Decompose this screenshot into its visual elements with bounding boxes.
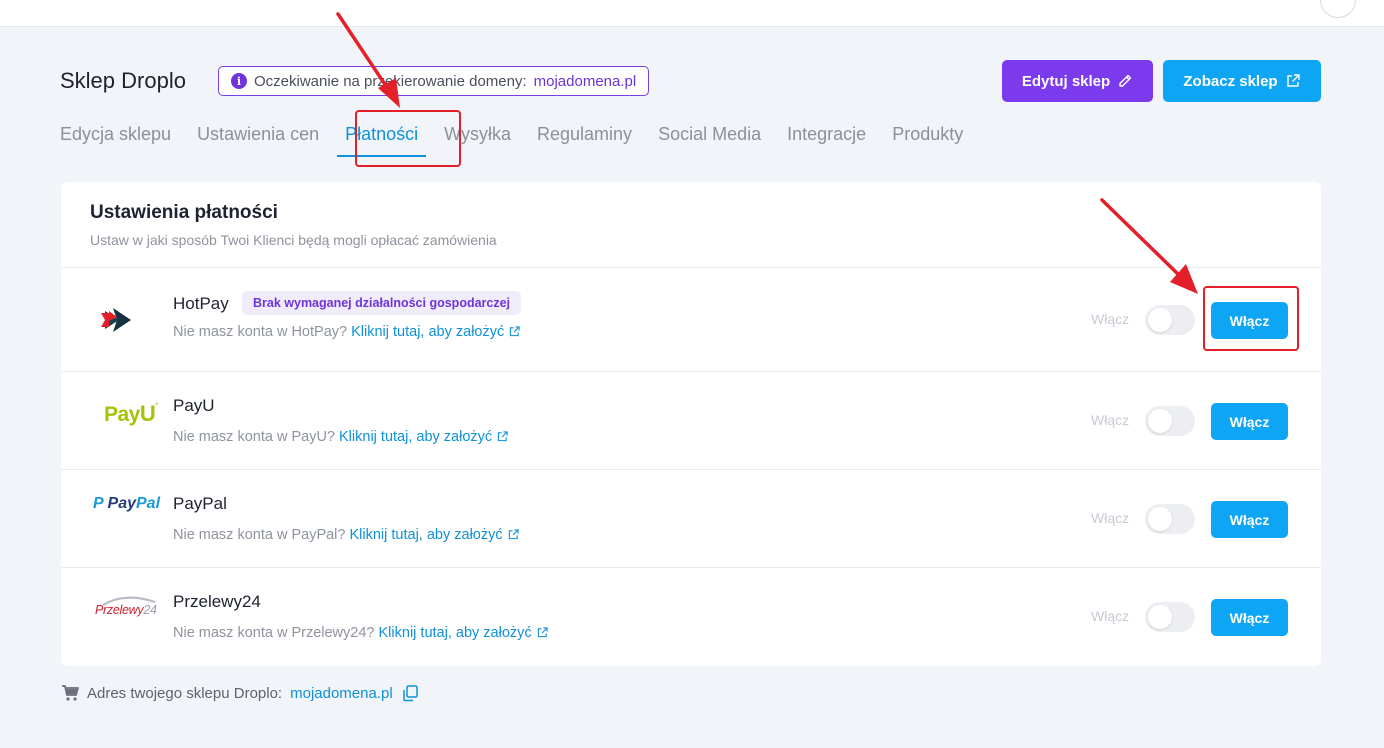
enable-payu-button[interactable]: Włącz	[1211, 403, 1288, 440]
user-avatar[interactable]	[1320, 0, 1356, 18]
shop-address-domain[interactable]: mojadomena.pl	[290, 685, 393, 702]
provider-account-text: Nie masz konta w PayU? Kliknij tutaj, ab…	[173, 429, 508, 445]
toggle-label: Włącz	[1091, 311, 1130, 327]
page-title: Sklep Droplo	[60, 68, 186, 93]
tab-integracje[interactable]: Integracje	[787, 124, 866, 157]
hotpay-logo	[91, 300, 171, 340]
provider-row-hotpay: HotPay Brak wymaganej działalności gospo…	[61, 268, 1321, 372]
create-account-link[interactable]: Kliknij tutaj, aby założyć	[351, 324, 520, 340]
provider-account-text: Nie masz konta w Przelewy24? Kliknij tut…	[173, 625, 548, 641]
shop-address-footer: Adres twojego sklepu Droplo: mojadomena.…	[61, 684, 419, 702]
create-account-link[interactable]: Kliknij tutaj, aby założyć	[350, 527, 519, 543]
shop-address-label: Adres twojego sklepu Droplo:	[87, 684, 283, 702]
settings-tabs: Edycja sklepu Ustawienia cen Płatności W…	[60, 124, 963, 157]
payu-toggle[interactable]	[1145, 406, 1195, 436]
external-link-icon	[508, 529, 519, 540]
payu-logo: PayU ˚	[104, 401, 159, 426]
provider-tag: Brak wymaganej działalności gospodarczej	[242, 291, 522, 315]
external-link-icon	[510, 326, 520, 337]
provider-name: PayU	[173, 396, 215, 415]
top-bar	[0, 0, 1384, 27]
tab-regulaminy[interactable]: Regulaminy	[537, 124, 632, 157]
button-highlight-box	[1203, 286, 1299, 351]
enable-paypal-button[interactable]: Włącz	[1211, 501, 1288, 538]
enable-przelewy24-button[interactable]: Włącz	[1211, 599, 1288, 636]
external-link-icon	[537, 627, 548, 638]
provider-name: Przelewy24	[173, 592, 261, 611]
create-account-link[interactable]: Kliknij tutaj, aby założyć	[339, 429, 508, 445]
provider-row-paypal: P PayPal PayPal Nie masz konta w PayPal?…	[61, 470, 1321, 568]
external-link-icon	[497, 431, 508, 442]
hotpay-toggle[interactable]	[1145, 305, 1195, 335]
card-subtitle: Ustaw w jaki sposób Twoi Klienci będą mo…	[90, 232, 497, 248]
pencil-icon	[1119, 74, 1132, 87]
provider-account-text: Nie masz konta w HotPay? Kliknij tutaj, …	[173, 324, 520, 340]
paypal-logo: P PayPal	[93, 495, 161, 512]
paypal-toggle[interactable]	[1145, 504, 1195, 534]
tab-highlight-box	[355, 110, 461, 167]
info-icon: i	[231, 73, 247, 89]
provider-row-payu: PayU ˚ PayU Nie masz konta w PayU? Klikni…	[61, 372, 1321, 470]
create-account-link[interactable]: Kliknij tutaj, aby założyć	[379, 625, 548, 641]
tab-social-media[interactable]: Social Media	[658, 124, 761, 157]
cart-icon	[62, 685, 79, 701]
provider-name: PayPal	[173, 494, 227, 513]
edit-shop-button[interactable]: Edytuj sklep	[1002, 60, 1153, 102]
provider-name: HotPay	[173, 294, 229, 313]
domain-status-badge: i Oczekiwanie na przekierowanie domeny: …	[218, 66, 650, 96]
toggle-label: Włącz	[1091, 510, 1130, 526]
toggle-label: Włącz	[1091, 608, 1130, 624]
tab-ustawienia-cen[interactable]: Ustawienia cen	[197, 124, 319, 157]
payment-settings-card: Ustawienia płatności Ustaw w jaki sposób…	[61, 182, 1321, 666]
toggle-label: Włącz	[1091, 412, 1130, 428]
przelewy24-toggle[interactable]	[1145, 602, 1195, 632]
domain-status-text: Oczekiwanie na przekierowanie domeny:	[254, 72, 527, 90]
view-shop-label: Zobacz sklep	[1183, 72, 1278, 90]
copy-icon[interactable]	[401, 684, 419, 702]
edit-shop-label: Edytuj sklep	[1021, 72, 1111, 90]
tab-edycja-sklepu[interactable]: Edycja sklepu	[60, 124, 171, 157]
provider-account-text: Nie masz konta w PayPal? Kliknij tutaj, …	[173, 527, 519, 543]
tab-produkty[interactable]: Produkty	[892, 124, 963, 157]
provider-row-przelewy24: Przelewy24 Przelewy24 Nie masz konta w P…	[61, 568, 1321, 666]
view-shop-button[interactable]: Zobacz sklep	[1163, 60, 1321, 102]
przelewy24-logo: Przelewy24	[95, 588, 175, 628]
card-title: Ustawienia płatności	[90, 202, 278, 223]
external-link-icon	[1286, 74, 1300, 87]
domain-status-domain: mojadomena.pl	[533, 72, 637, 90]
